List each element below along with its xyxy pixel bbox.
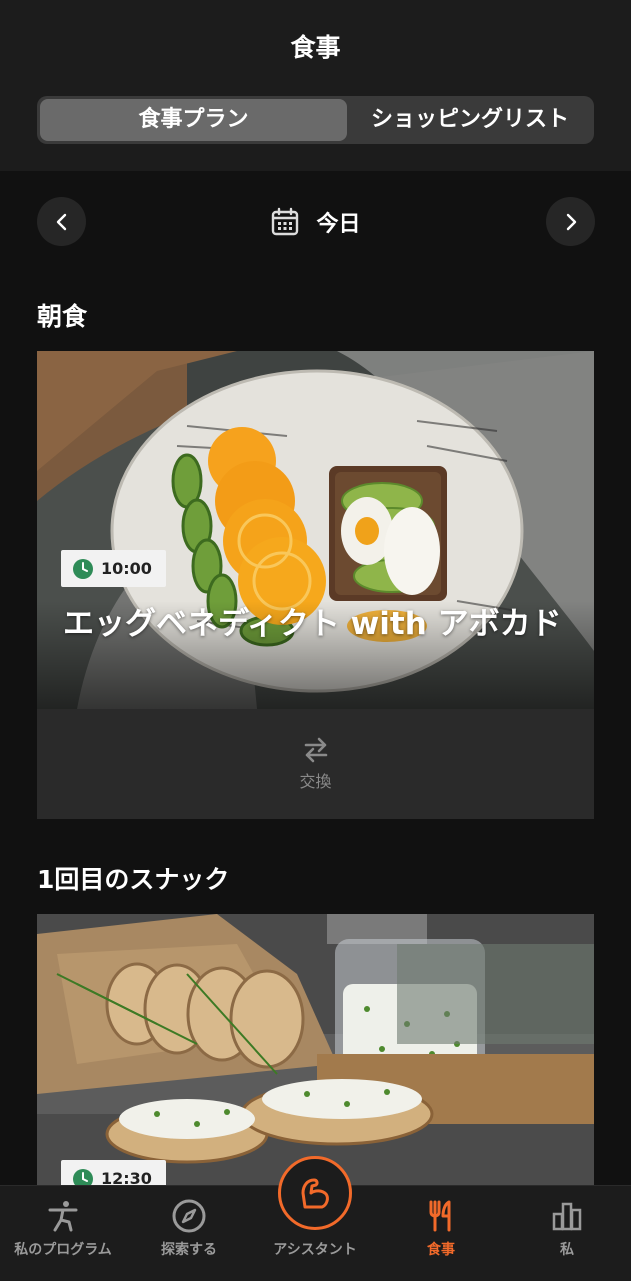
segmented-control: 食事プラン ショッピングリスト [37,96,594,144]
next-day-button[interactable] [546,197,595,246]
clock-icon [73,1168,93,1185]
tab-explore[interactable]: 探索する [126,1186,252,1281]
tab-label: 食事 [427,1242,455,1258]
clock-icon [73,558,93,579]
exercise-figure-icon [48,1201,78,1232]
header: 食事 食事プラン ショッピングリスト [0,0,631,171]
meal-title: エッグベネディクト with アボカド [63,606,562,642]
bar-chart-icon [552,1202,582,1231]
section-title-snack: 1回目のスナック [37,865,230,894]
fork-knife-icon [429,1200,451,1232]
date-navigation: 今日 [0,197,631,247]
time-badge: 12:30 [61,1160,166,1185]
flexed-arm-icon [301,1178,329,1209]
time-badge: 10:00 [61,550,166,587]
date-label[interactable]: 今日 [316,206,360,238]
tab-label: 探索する [161,1242,217,1258]
chevron-left-icon [56,213,66,230]
swap-arrows-icon [304,737,327,763]
meal-time: 10:00 [101,559,152,578]
compass-icon [172,1199,206,1233]
tab-shopping-list[interactable]: ショッピングリスト [349,99,591,141]
assistant-button[interactable] [278,1156,352,1230]
meal-photo [37,914,594,1185]
tab-label: 私のプログラム [14,1242,112,1258]
swap-label: 交換 [299,772,332,791]
tab-my-program[interactable]: 私のプログラム [0,1186,126,1281]
tab-label: アシスタント [273,1242,357,1258]
tab-me[interactable]: 私 [504,1186,630,1281]
section-title-breakfast: 朝食 [37,302,88,331]
previous-day-button[interactable] [37,197,86,246]
chevron-right-icon [566,213,576,230]
page-title: 食事 [290,33,341,62]
tab-meal-plan[interactable]: 食事プラン [40,99,347,141]
meal-time: 12:30 [101,1169,152,1185]
tab-meals[interactable]: 食事 [378,1186,504,1281]
tab-label: 私 [560,1242,574,1258]
calendar-icon [272,207,299,236]
meal-card-snack[interactable]: 12:30 [37,914,594,1185]
meal-card-breakfast[interactable]: 10:00 エッグベネディクト with アボカド 交換 [37,351,594,819]
meal-photo [37,351,594,709]
swap-button[interactable]: 交換 [37,709,594,819]
